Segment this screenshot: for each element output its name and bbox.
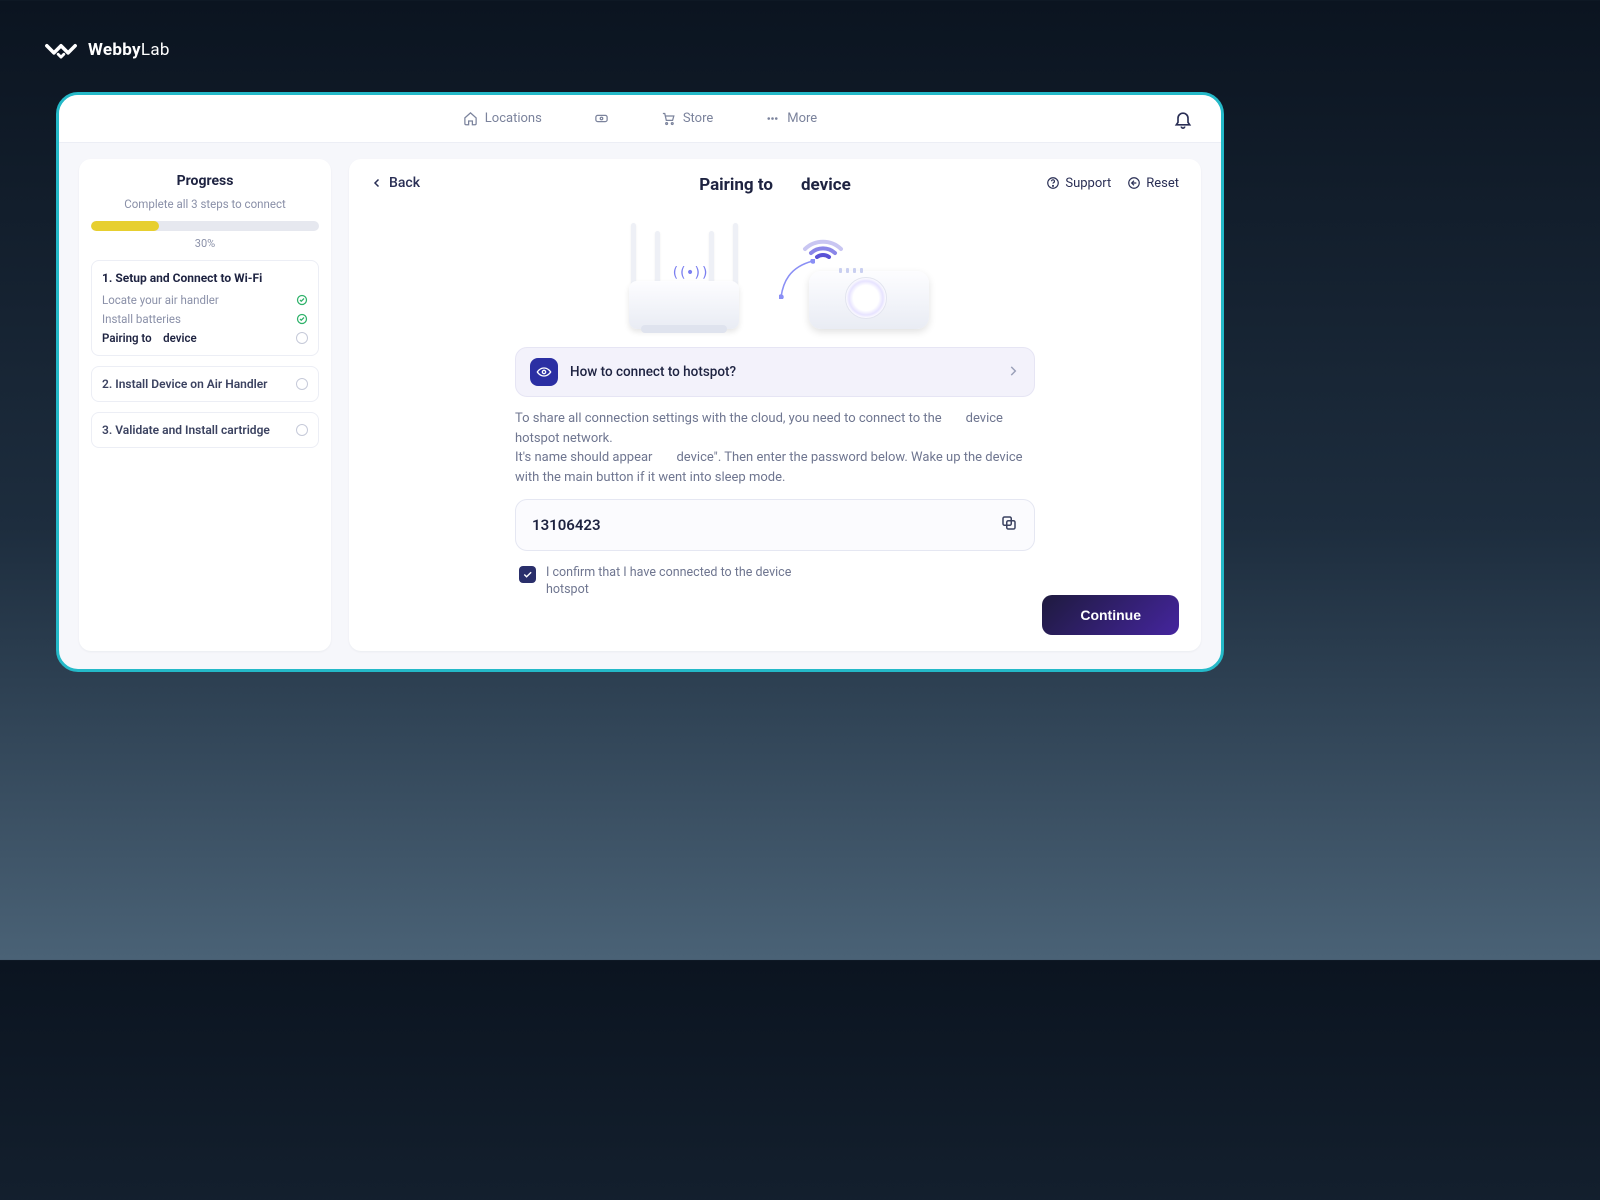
app-window: Locations Store More Progress Complete a… xyxy=(56,92,1224,672)
nav-store[interactable]: Store xyxy=(661,111,713,126)
step-1-title: 1. Setup and Connect to Wi-Fi xyxy=(102,271,308,285)
dots-icon xyxy=(765,111,780,126)
progress-title: Progress xyxy=(91,173,319,189)
check-icon xyxy=(296,313,308,325)
cart-icon xyxy=(661,111,676,126)
progress-bar xyxy=(91,221,319,231)
back-button[interactable]: Back xyxy=(371,175,420,191)
confirm-label: I confirm that I have connected to the d… xyxy=(546,565,826,599)
brand-name: WebbyLab xyxy=(88,40,170,60)
brand-logo: WebbyLab xyxy=(44,38,170,62)
wifi-icon xyxy=(799,219,847,263)
main-header: Back Pairing todevice Support Reset xyxy=(371,175,1179,191)
progress-fill xyxy=(91,221,159,231)
notifications-button[interactable] xyxy=(1173,109,1193,129)
nav-more[interactable]: More xyxy=(765,111,817,126)
copy-button[interactable] xyxy=(1000,514,1018,536)
chevron-right-icon xyxy=(1006,363,1020,382)
step-2-card[interactable]: 2. Install Device on Air Handler xyxy=(91,366,319,402)
pending-icon xyxy=(296,378,308,390)
support-label: Support xyxy=(1065,176,1111,191)
step-1-card[interactable]: 1. Setup and Connect to Wi-Fi Locate you… xyxy=(91,260,319,356)
password-box: 13106423 xyxy=(515,499,1035,551)
help-hotspot-card[interactable]: How to connect to hotspot? xyxy=(515,347,1035,397)
reset-link[interactable]: Reset xyxy=(1127,176,1179,191)
reset-label: Reset xyxy=(1146,176,1179,191)
pending-icon xyxy=(296,424,308,436)
substep-batteries: Install batteries xyxy=(102,312,308,326)
progress-percent: 30% xyxy=(91,237,319,250)
main-panel: Back Pairing todevice Support Reset xyxy=(349,159,1201,651)
nav-locations-label: Locations xyxy=(485,111,542,126)
brand-mark-icon xyxy=(44,38,78,62)
pending-icon xyxy=(296,332,308,344)
progress-sidebar: Progress Complete all 3 steps to connect… xyxy=(79,159,331,651)
nav-store-label: Store xyxy=(683,111,713,126)
step-3-card[interactable]: 3. Validate and Install cartridge xyxy=(91,412,319,448)
progress-subtitle: Complete all 3 steps to connect xyxy=(91,197,319,211)
reset-icon xyxy=(1127,176,1141,190)
substep-pairing: Pairing to device xyxy=(102,331,308,345)
confirm-row: I confirm that I have connected to the d… xyxy=(515,565,1035,599)
nav-device[interactable] xyxy=(594,111,609,126)
check-icon xyxy=(296,294,308,306)
nav-more-label: More xyxy=(787,111,817,126)
copy-icon xyxy=(1000,514,1018,532)
substep-locate: Locate your air handler xyxy=(102,293,308,307)
support-link[interactable]: Support xyxy=(1046,176,1111,191)
bell-icon xyxy=(1173,109,1193,129)
continue-button[interactable]: Continue xyxy=(1042,595,1179,635)
help-card-label: How to connect to hotspot? xyxy=(570,364,736,380)
top-nav: Locations Store More xyxy=(463,111,817,126)
confirm-checkbox[interactable] xyxy=(519,566,536,583)
home-icon xyxy=(463,111,478,126)
device-icon xyxy=(594,111,609,126)
visibility-icon xyxy=(530,358,558,386)
password-value: 13106423 xyxy=(532,516,601,534)
router-illustration: ((•)) xyxy=(611,219,761,329)
step-3-title: 3. Validate and Install cartridge xyxy=(102,423,270,437)
continue-label: Continue xyxy=(1080,607,1141,623)
content-area: ((•)) xyxy=(515,219,1035,599)
top-bar: Locations Store More xyxy=(59,95,1221,143)
checkmark-icon xyxy=(522,569,533,580)
instruction-text: To share all connection settings with th… xyxy=(515,409,1035,487)
step-2-title: 2. Install Device on Air Handler xyxy=(102,377,268,391)
nav-locations[interactable]: Locations xyxy=(463,111,542,126)
signal-icon: ((•)) xyxy=(671,265,708,281)
pairing-illustration: ((•)) xyxy=(515,219,1035,329)
help-icon xyxy=(1046,176,1060,190)
back-label: Back xyxy=(389,175,420,191)
chevron-left-icon xyxy=(371,177,383,189)
device-illustration xyxy=(779,219,939,329)
